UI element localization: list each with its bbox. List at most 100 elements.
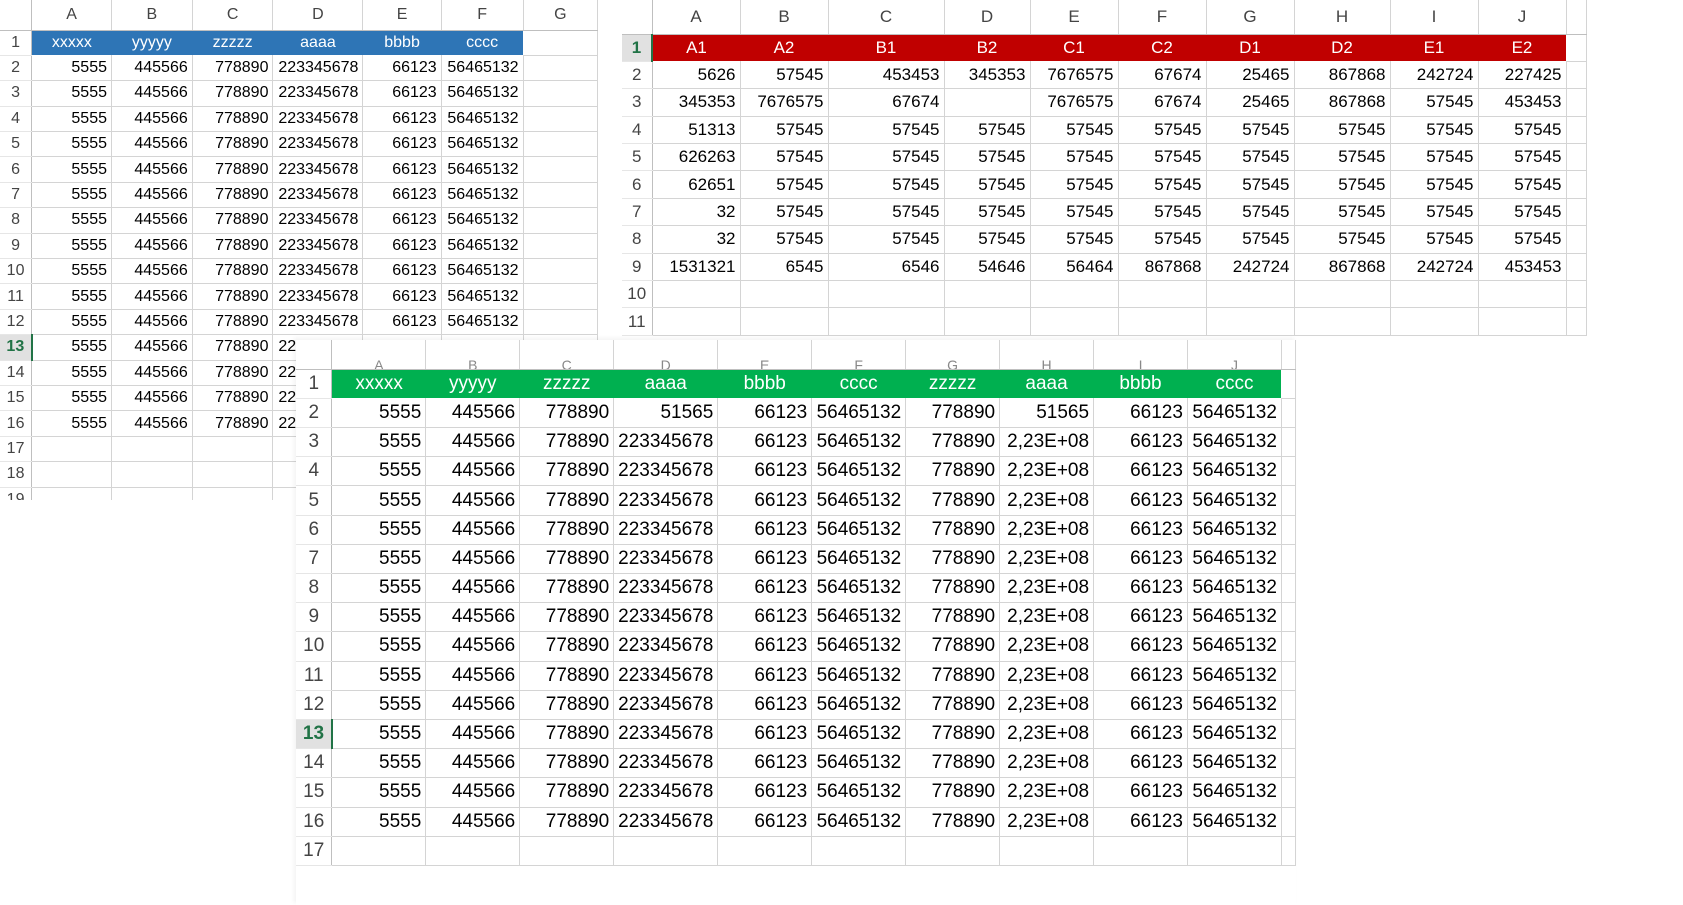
- data-cell[interactable]: 778890: [905, 544, 1001, 575]
- data-cell[interactable]: 5555: [31, 360, 112, 386]
- data-cell[interactable]: 445566: [111, 334, 193, 361]
- row-header-5[interactable]: 5: [0, 131, 33, 158]
- row-header-3[interactable]: 3: [622, 88, 653, 117]
- data-cell[interactable]: 66123: [362, 283, 442, 310]
- data-cell[interactable]: 5555: [331, 602, 427, 633]
- data-cell[interactable]: 5555: [331, 485, 427, 516]
- header-cell[interactable]: bbbb: [717, 369, 812, 399]
- empty-cell[interactable]: [1390, 307, 1479, 336]
- data-cell[interactable]: 57545: [1206, 143, 1295, 172]
- data-cell[interactable]: 778890: [192, 283, 274, 310]
- data-cell[interactable]: 66123: [717, 777, 813, 808]
- empty-cell[interactable]: [523, 309, 598, 336]
- data-cell[interactable]: 867868: [1118, 253, 1207, 282]
- data-cell[interactable]: 7676575: [1030, 61, 1119, 90]
- data-cell[interactable]: 2,23E+08: [999, 690, 1095, 720]
- data-cell[interactable]: 57545: [1478, 170, 1567, 199]
- empty-cell[interactable]: [1281, 690, 1296, 720]
- column-header-F[interactable]: F: [1118, 0, 1207, 35]
- row-header-10[interactable]: 10: [622, 280, 653, 309]
- data-cell[interactable]: 57545: [1030, 225, 1119, 254]
- data-cell[interactable]: 778890: [519, 573, 615, 604]
- data-cell[interactable]: 66123: [362, 55, 442, 82]
- empty-cell[interactable]: [905, 836, 1001, 866]
- data-cell[interactable]: 25465: [1206, 88, 1295, 117]
- data-cell[interactable]: 66123: [1093, 544, 1188, 575]
- data-cell[interactable]: 778890: [192, 182, 274, 209]
- data-cell[interactable]: 2,23E+08: [999, 427, 1095, 458]
- data-cell[interactable]: 5555: [31, 258, 112, 285]
- data-cell[interactable]: 223345678: [613, 807, 719, 837]
- data-cell[interactable]: 56465132: [441, 207, 524, 234]
- data-cell[interactable]: 778890: [905, 777, 1001, 808]
- row-header-11[interactable]: 11: [0, 283, 33, 310]
- data-cell[interactable]: 778890: [192, 207, 274, 234]
- data-cell[interactable]: 5626: [652, 61, 741, 90]
- data-cell[interactable]: 56465132: [441, 131, 524, 158]
- data-cell[interactable]: 223345678: [613, 748, 719, 779]
- data-cell[interactable]: 66123: [1093, 777, 1188, 808]
- data-cell[interactable]: 56465132: [811, 398, 907, 429]
- empty-cell[interactable]: [523, 207, 598, 234]
- data-cell[interactable]: 445566: [111, 360, 193, 386]
- data-cell[interactable]: 56465132: [1187, 398, 1282, 429]
- empty-cell[interactable]: [740, 280, 829, 309]
- row-header-1[interactable]: 1: [296, 369, 333, 399]
- header-cell[interactable]: D1: [1206, 34, 1294, 62]
- empty-cell[interactable]: [331, 836, 427, 866]
- row-header-10[interactable]: 10: [0, 258, 33, 285]
- data-cell[interactable]: 57545: [1390, 198, 1479, 227]
- data-cell[interactable]: 223345678: [613, 515, 719, 545]
- data-cell[interactable]: 56465132: [1187, 690, 1282, 720]
- data-cell[interactable]: 5555: [331, 777, 427, 808]
- data-cell[interactable]: 445566: [425, 807, 521, 837]
- row-header-10[interactable]: 10: [296, 631, 333, 662]
- row-header-1[interactable]: 1: [0, 30, 33, 56]
- data-cell[interactable]: 57545: [828, 116, 945, 145]
- row-header-11[interactable]: 11: [296, 661, 333, 691]
- data-cell[interactable]: 2,23E+08: [999, 544, 1095, 575]
- empty-cell[interactable]: [740, 307, 829, 336]
- empty-cell[interactable]: [1566, 253, 1587, 282]
- row-header-13[interactable]: 13: [296, 719, 333, 750]
- data-cell[interactable]: 56465132: [811, 485, 907, 516]
- data-cell[interactable]: 445566: [111, 106, 193, 133]
- data-cell[interactable]: 57545: [1390, 225, 1479, 254]
- data-cell[interactable]: 778890: [519, 690, 615, 720]
- data-cell[interactable]: 57545: [1206, 170, 1295, 199]
- empty-cell[interactable]: [944, 280, 1031, 309]
- data-cell[interactable]: 57545: [1206, 225, 1295, 254]
- empty-cell[interactable]: [1566, 116, 1587, 145]
- data-cell[interactable]: 57545: [1118, 225, 1207, 254]
- column-header-E[interactable]: E: [1030, 0, 1119, 35]
- column-header-B[interactable]: B: [425, 340, 521, 370]
- empty-cell[interactable]: [519, 836, 615, 866]
- data-cell[interactable]: 445566: [111, 233, 193, 260]
- data-cell[interactable]: 778890: [192, 385, 274, 412]
- data-cell[interactable]: 445566: [111, 156, 193, 183]
- row-header-4[interactable]: 4: [296, 456, 333, 487]
- empty-cell[interactable]: [523, 182, 598, 209]
- empty-cell[interactable]: [1281, 515, 1296, 545]
- data-cell[interactable]: 67674: [828, 88, 945, 117]
- data-cell[interactable]: 5555: [31, 334, 112, 361]
- data-cell[interactable]: 32: [652, 225, 741, 254]
- data-cell[interactable]: 223345678: [613, 777, 719, 808]
- header-cell[interactable]: D2: [1294, 34, 1390, 62]
- empty-cell[interactable]: [1281, 369, 1296, 399]
- data-cell[interactable]: 223345678: [272, 55, 364, 82]
- empty-cell[interactable]: [31, 487, 112, 500]
- data-cell[interactable]: 57545: [944, 170, 1031, 199]
- data-cell[interactable]: 57545: [828, 143, 945, 172]
- empty-cell[interactable]: [523, 258, 598, 285]
- header-cell[interactable]: zzzzz: [192, 30, 273, 56]
- data-cell[interactable]: 778890: [519, 719, 615, 750]
- data-cell[interactable]: 445566: [425, 777, 521, 808]
- header-cell[interactable]: A1: [652, 34, 740, 62]
- data-cell[interactable]: 57545: [1294, 170, 1391, 199]
- header-cell[interactable]: bbbb: [362, 30, 442, 56]
- data-cell[interactable]: 5555: [31, 410, 112, 437]
- empty-cell[interactable]: [1566, 280, 1587, 309]
- data-cell[interactable]: 57545: [740, 61, 829, 90]
- empty-cell[interactable]: [523, 55, 598, 82]
